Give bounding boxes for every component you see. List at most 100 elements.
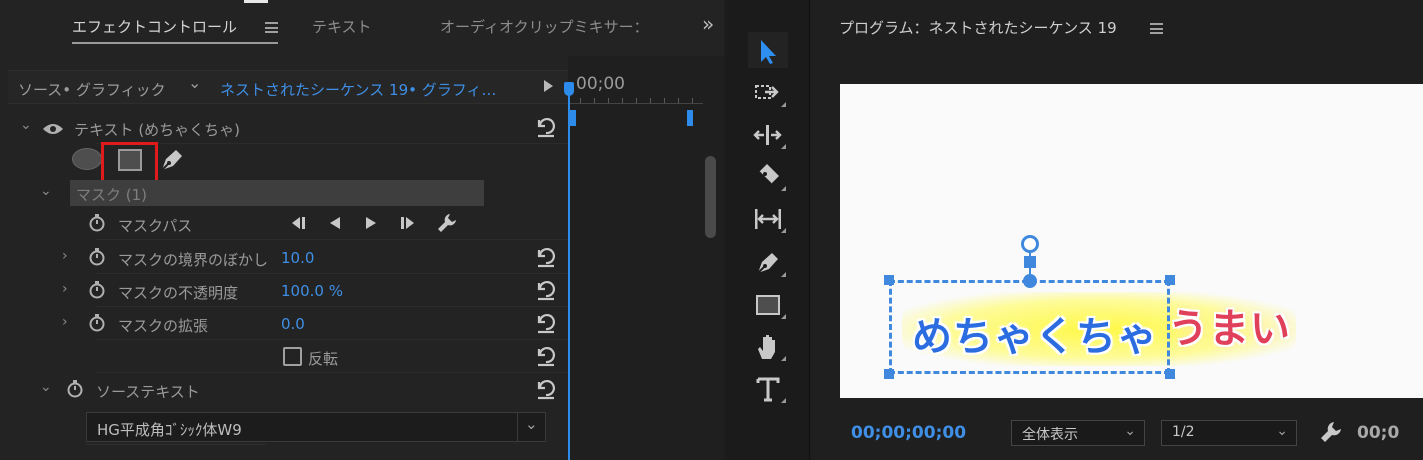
chevron-right-icon[interactable]: › <box>62 314 68 330</box>
reset-icon[interactable] <box>534 116 558 138</box>
program-monitor-title[interactable]: プログラム：ネストされたシーケンス 19 <box>839 17 1117 38</box>
mask-expansion-value[interactable]: 0.0 <box>281 315 305 333</box>
type-icon <box>756 377 780 402</box>
overflow-chevron-icon[interactable]: » <box>702 12 714 36</box>
caption-text-right: うまい <box>1168 306 1291 352</box>
tab-effect-controls[interactable]: エフェクトコントロール <box>72 16 237 37</box>
rectangle-tool[interactable] <box>748 286 788 322</box>
chevron-right-icon[interactable]: › <box>62 281 68 297</box>
mask-handle[interactable] <box>884 275 894 285</box>
reset-icon[interactable] <box>534 246 558 268</box>
zoom-level-value: 全体表示 <box>1022 427 1078 443</box>
selection-tool[interactable] <box>748 32 788 68</box>
stopwatch-icon[interactable] <box>66 379 84 399</box>
chevron-down-icon: ⌄ <box>1276 423 1288 439</box>
mask-handle[interactable] <box>884 369 894 379</box>
time-ruler[interactable] <box>568 96 703 104</box>
source-clip-label[interactable]: ソース• グラフィック <box>18 79 166 100</box>
mask-handle[interactable] <box>1165 369 1175 379</box>
active-tab-underline <box>72 42 278 44</box>
rotation-handle[interactable] <box>1021 235 1039 253</box>
invert-label: 反転 <box>308 350 339 368</box>
ellipse-mask-icon[interactable] <box>72 148 102 170</box>
panel-menu-icon[interactable] <box>265 22 278 33</box>
track-select-tool[interactable] <box>748 74 788 110</box>
clip-out-marker <box>687 110 693 126</box>
type-tool[interactable] <box>748 370 788 406</box>
ripple-edit-tool[interactable] <box>748 116 788 152</box>
tools-panel <box>726 0 810 460</box>
playback-resolution-value: 1/2 <box>1172 424 1195 440</box>
ripple-edit-icon <box>753 125 782 145</box>
reset-icon[interactable] <box>534 378 558 400</box>
play-only-icon[interactable] <box>544 80 553 92</box>
playhead-timecode[interactable]: 00;00;00;00 <box>851 423 966 443</box>
mask-handle[interactable] <box>1165 275 1175 285</box>
anchor-handle[interactable] <box>1024 256 1036 268</box>
mask-bounding-box[interactable] <box>889 280 1170 374</box>
mask-path-row: マスクパス <box>0 208 568 240</box>
duration-timecode: 00;0 <box>1357 423 1400 443</box>
pen-tool[interactable] <box>748 244 788 280</box>
hand-tool[interactable] <box>748 328 788 364</box>
panel-menu-icon[interactable] <box>1150 23 1163 34</box>
stopwatch-icon[interactable] <box>88 247 106 267</box>
chevron-right-icon[interactable]: › <box>62 248 68 264</box>
text-layer-label: テキスト (めちゃくちゃ) <box>74 121 241 139</box>
razor-icon <box>758 164 779 185</box>
mask-label: マスク (1) <box>76 186 148 204</box>
eye-icon[interactable] <box>42 122 64 136</box>
chevron-expanded-icon[interactable]: ⌄ <box>40 183 52 199</box>
zoom-level-dropdown[interactable]: 全体表示 ⌄ <box>1011 420 1145 446</box>
font-style-field[interactable] <box>86 444 266 460</box>
font-dropdown[interactable]: HG平成角ｺﾞｼｯｸ体W9 ⌄ <box>86 412 546 442</box>
stopwatch-icon[interactable] <box>88 280 106 300</box>
stopwatch-icon[interactable] <box>88 213 106 233</box>
chevron-down-icon[interactable]: ⌄ <box>188 73 201 92</box>
pen-mask-icon[interactable] <box>158 146 186 174</box>
clip-in-marker <box>570 110 576 126</box>
sequence-clip-label[interactable]: ネストされたシーケンス 19• グラフィ… <box>220 79 496 100</box>
track-backward-one-frame-icon[interactable] <box>288 214 308 232</box>
panel-tab-bar: エフェクトコントロール テキスト オーディオクリップミキサー： » <box>0 0 724 56</box>
timeline-timecode: 00;00 <box>576 74 625 94</box>
settings-wrench-icon[interactable] <box>1319 420 1343 444</box>
tab-audio-clip-mixer[interactable]: オーディオクリップミキサー： <box>440 16 649 37</box>
mask-opacity-row: › マスクの不透明度 100.0 % <box>0 275 568 307</box>
effect-timeline[interactable]: 00;00 <box>564 56 724 460</box>
chevron-expanded-icon[interactable]: ⌄ <box>20 117 32 133</box>
playhead[interactable] <box>568 84 570 460</box>
slip-tool[interactable] <box>748 200 788 236</box>
track-select-forward-icon <box>755 85 779 99</box>
scrollbar-thumb[interactable] <box>705 156 716 238</box>
hand-icon <box>758 335 775 359</box>
chevron-expanded-icon[interactable]: ⌄ <box>40 379 52 395</box>
chevron-down-icon: ⌄ <box>1124 423 1136 439</box>
track-backward-icon[interactable] <box>326 214 344 232</box>
razor-tool[interactable] <box>748 158 788 194</box>
mask-opacity-value[interactable]: 100.0 % <box>281 282 343 300</box>
source-sequence-bar: ソース• グラフィック ⌄ ネストされたシーケンス 19• グラフィ… <box>8 70 568 104</box>
track-forward-icon[interactable] <box>362 214 380 232</box>
program-canvas[interactable]: うまい めちゃくちゃ <box>840 84 1423 398</box>
pen-icon <box>757 253 778 274</box>
wrench-icon[interactable] <box>436 212 458 234</box>
reset-icon[interactable] <box>534 345 558 367</box>
playback-resolution-dropdown[interactable]: 1/2 ⌄ <box>1161 420 1297 446</box>
reset-icon[interactable] <box>534 312 558 334</box>
mask-feather-row: › マスクの境界のぼかし 10.0 <box>0 242 568 274</box>
source-text-label: ソーステキスト <box>96 383 200 401</box>
anchor-point[interactable] <box>1023 274 1037 288</box>
mask-path-label: マスクパス <box>118 217 193 235</box>
focus-indicator <box>244 0 268 3</box>
mask-feather-value[interactable]: 10.0 <box>281 249 314 267</box>
mask-row[interactable]: マスク (1) <box>70 180 484 206</box>
tab-text[interactable]: テキスト <box>312 16 372 37</box>
stopwatch-icon[interactable] <box>88 313 106 333</box>
invert-checkbox[interactable] <box>283 347 302 366</box>
rectangle-icon <box>756 295 780 315</box>
track-forward-one-frame-icon[interactable] <box>398 214 418 232</box>
reset-icon[interactable] <box>534 279 558 301</box>
playhead-handle[interactable] <box>564 82 574 96</box>
chevron-down-icon[interactable]: ⌄ <box>525 415 538 433</box>
